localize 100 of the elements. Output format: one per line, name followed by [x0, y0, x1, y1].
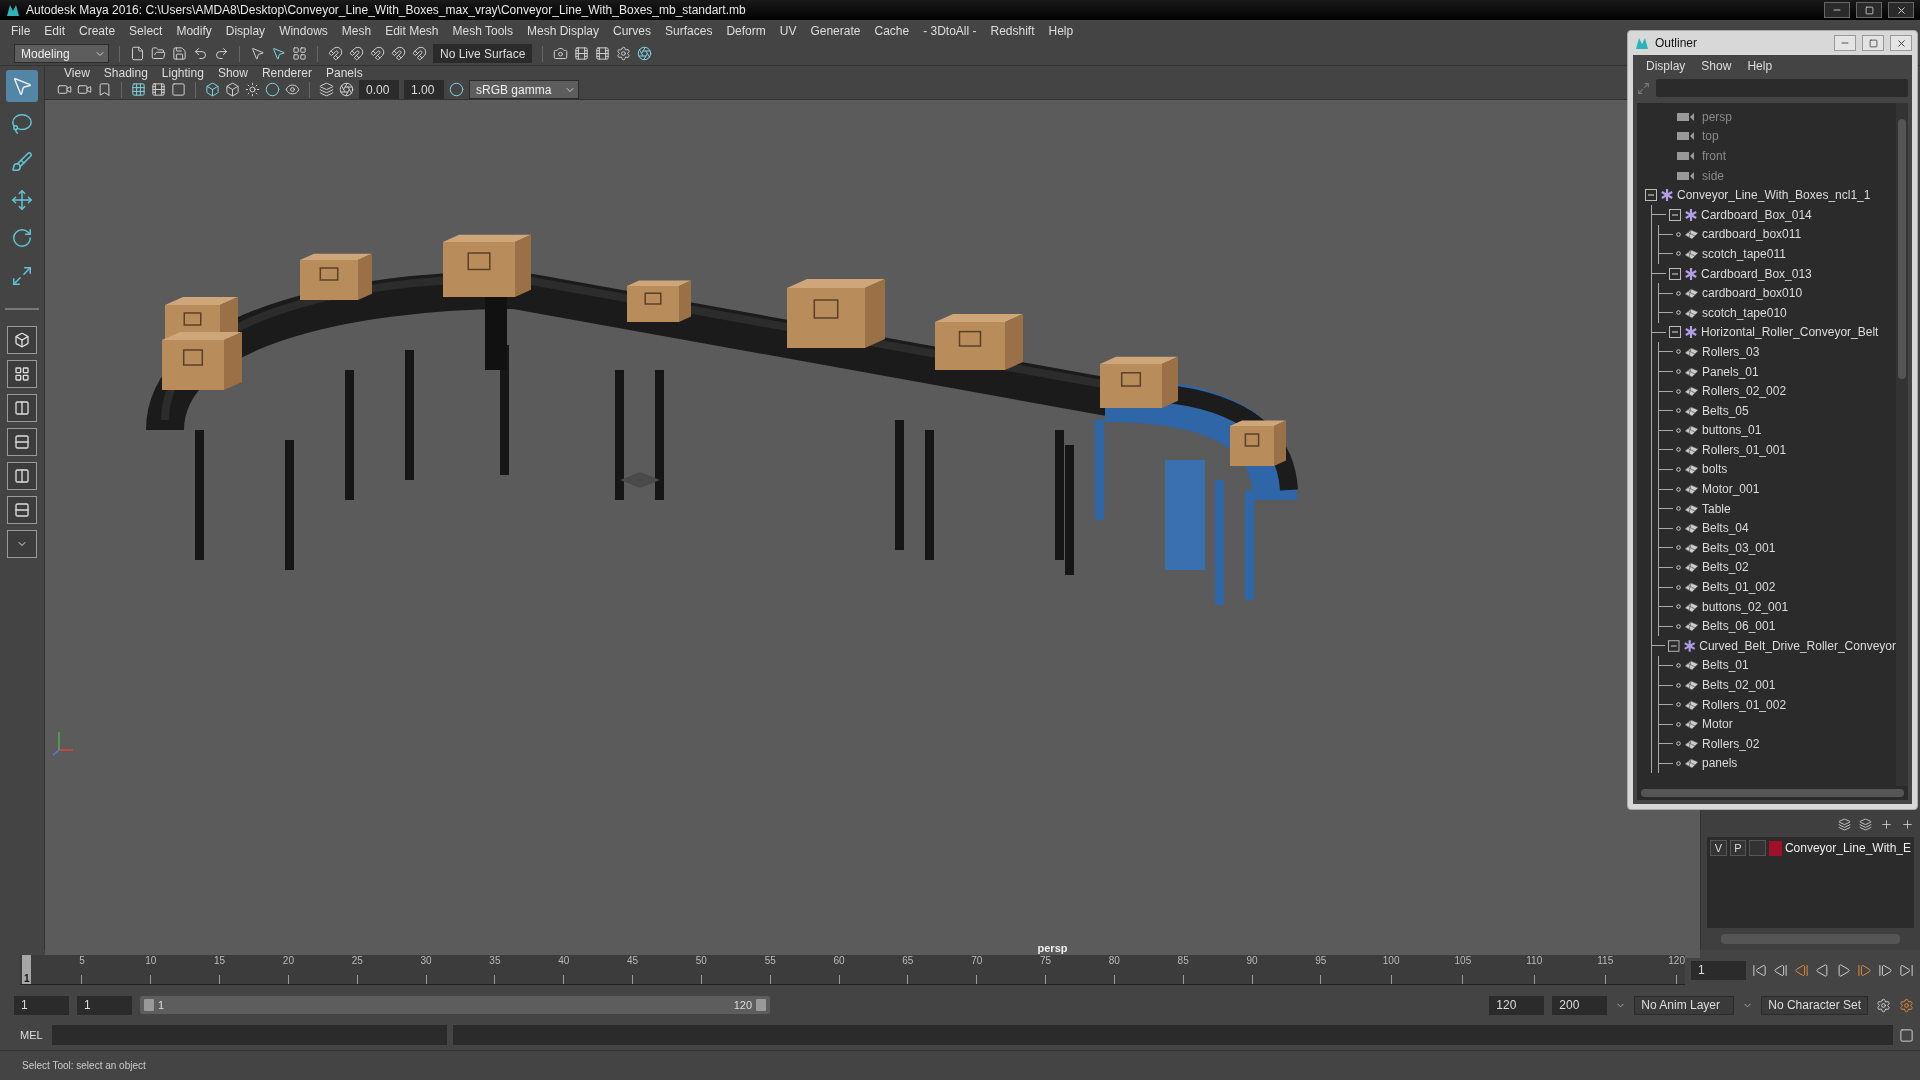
layer-name[interactable]: Conveyor_Line_With_E	[1784, 841, 1911, 855]
camera-icon[interactable]	[57, 82, 72, 97]
film-icon[interactable]	[151, 82, 166, 97]
camera-icon[interactable]	[553, 46, 569, 61]
outliner-item[interactable]: bolts	[1702, 462, 1728, 477]
menu-item[interactable]: Mesh	[334, 24, 379, 38]
outliner-item[interactable]: panels	[1702, 756, 1738, 771]
workspace-dropdown[interactable]: Modeling	[14, 44, 109, 63]
layers-icon[interactable]	[319, 82, 334, 97]
camera-icon[interactable]	[77, 82, 92, 97]
outliner-item[interactable]: scotch_tape010	[1702, 305, 1787, 320]
open-folder-icon[interactable]	[151, 46, 166, 61]
playback-end-field[interactable]: 120	[1489, 995, 1545, 1015]
play-icon[interactable]	[1836, 962, 1851, 978]
panel-menu-item[interactable]: Show	[210, 66, 255, 80]
start-frame-field[interactable]: 1	[14, 995, 69, 1015]
eye-icon[interactable]	[285, 82, 300, 97]
panel-menu-item[interactable]: View	[57, 66, 97, 80]
menu-item[interactable]: Create	[72, 24, 123, 38]
menu-item[interactable]: File	[4, 24, 38, 38]
outliner-item[interactable]: Rollers_01_002	[1702, 697, 1787, 712]
time-slider[interactable]: 1 5 10 15 20 25 30 35 40 45 50 55 60 65 70 75 80 85 90 95 100 105 110 115 120	[20, 955, 1685, 985]
end-frame-field[interactable]: 200	[1552, 995, 1608, 1015]
outliner-item[interactable]: cardboard_box010	[1702, 286, 1803, 301]
menu-item[interactable]: Surfaces	[658, 24, 720, 38]
new-file-icon[interactable]	[130, 46, 145, 61]
visibility-toggle[interactable]: V	[1710, 840, 1727, 856]
aperture-icon[interactable]	[637, 46, 653, 61]
collapse-toggle[interactable]	[1669, 208, 1681, 221]
menu-item[interactable]: UV	[772, 24, 804, 38]
bookmark-icon[interactable]	[97, 82, 112, 97]
gamma-field[interactable]: 1.00	[404, 80, 444, 99]
outliner-item[interactable]: Rollers_02_002	[1702, 384, 1787, 399]
menu-item[interactable]: Cache	[867, 24, 917, 38]
menu-item[interactable]: Windows	[272, 24, 335, 38]
stacked-view-button[interactable]	[7, 428, 37, 456]
outliner-item[interactable]: cardboard_box011	[1702, 227, 1802, 242]
command-input[interactable]	[52, 1025, 447, 1045]
menu-item[interactable]: Redshift	[983, 24, 1042, 38]
current-frame-marker[interactable]: 1	[22, 955, 32, 984]
outliner-item[interactable]: buttons_02_001	[1702, 599, 1789, 614]
outliner-item[interactable]: scotch_tape011	[1702, 246, 1786, 261]
menu-item[interactable]: Curves	[606, 24, 659, 38]
magnet-icon[interactable]	[412, 46, 427, 61]
outliner-item[interactable]: Rollers_01_001	[1702, 442, 1787, 457]
outliner-item[interactable]: side	[1702, 168, 1724, 183]
settings-icon[interactable]	[1876, 997, 1891, 1013]
step-back-icon[interactable]	[1773, 962, 1788, 978]
play-backward-icon[interactable]	[1815, 962, 1830, 978]
outliner-item[interactable]: front	[1702, 149, 1726, 163]
outliner-item[interactable]: Cardboard_Box_013	[1701, 266, 1812, 281]
step-forward-icon[interactable]	[1878, 962, 1893, 978]
outliner-item[interactable]: Belts_01	[1702, 658, 1749, 673]
next-key-icon[interactable]	[1857, 962, 1872, 978]
minimize-button[interactable]	[1824, 2, 1850, 18]
current-frame-field[interactable]: 1	[1691, 960, 1746, 980]
collapse-toggle[interactable]	[1645, 189, 1657, 202]
outliner-item[interactable]: Belts_06_001	[1702, 619, 1776, 634]
grid-icon[interactable]	[292, 46, 307, 61]
outliner-menu-item[interactable]: Display	[1639, 59, 1693, 73]
light-icon[interactable]	[245, 82, 260, 97]
layer-color-swatch[interactable]	[1768, 840, 1782, 856]
panel-menu-item[interactable]: Lighting	[154, 66, 211, 80]
close-button[interactable]	[1888, 2, 1914, 18]
outliner-item[interactable]: Curved_Belt_Drive_Roller_Conveyor	[1699, 638, 1896, 653]
outliner-menu-item[interactable]: Help	[1740, 59, 1780, 73]
maximize-button[interactable]	[1856, 2, 1882, 18]
film-icon[interactable]	[574, 46, 590, 61]
preferences-icon[interactable]	[1899, 997, 1914, 1013]
close-button[interactable]	[1890, 35, 1912, 51]
collapse-toggle[interactable]	[1668, 639, 1680, 652]
scrollbar-thumb[interactable]	[1641, 789, 1904, 797]
collapse-toggle[interactable]	[1669, 326, 1681, 339]
search-field[interactable]	[1656, 79, 1908, 97]
color-space-dropdown[interactable]: sRGB gamma	[469, 80, 579, 99]
anim-layer-dropdown[interactable]: No Anim Layer	[1634, 995, 1735, 1015]
previous-key-icon[interactable]	[1794, 962, 1809, 978]
range-slider-fill[interactable]: 1 120	[140, 996, 770, 1014]
pointer-icon[interactable]	[250, 46, 265, 61]
square-icon[interactable]	[171, 82, 186, 97]
film-icon[interactable]	[595, 46, 611, 61]
go-to-end-icon[interactable]	[1899, 962, 1914, 978]
menu-item[interactable]: Mesh Tools	[445, 24, 520, 38]
aperture-icon[interactable]	[339, 82, 354, 97]
menu-item[interactable]: - 3DtoAll -	[916, 24, 984, 38]
outliner-item[interactable]: Motor_001	[1702, 482, 1760, 497]
outliner-item[interactable]: Belts_05	[1702, 403, 1749, 418]
outliner-item[interactable]: Table	[1702, 501, 1731, 516]
outliner-item[interactable]: top	[1702, 129, 1719, 144]
menu-item[interactable]: Help	[1041, 24, 1081, 38]
outliner-item[interactable]: buttons_01	[1702, 423, 1762, 438]
menu-item[interactable]: Deform	[719, 24, 773, 38]
outliner-view-button[interactable]	[7, 462, 37, 490]
playback-start-field[interactable]: 1	[77, 995, 132, 1015]
magnet-icon[interactable]	[391, 46, 406, 61]
two-view-button[interactable]	[7, 394, 37, 422]
menu-item[interactable]: Edit	[37, 24, 73, 38]
outliner-item[interactable]: Horizontal_Roller_Conveyor_Belt	[1701, 325, 1879, 340]
graph-view-button[interactable]	[7, 496, 37, 524]
outliner-item[interactable]: Belts_02_001	[1702, 678, 1776, 692]
